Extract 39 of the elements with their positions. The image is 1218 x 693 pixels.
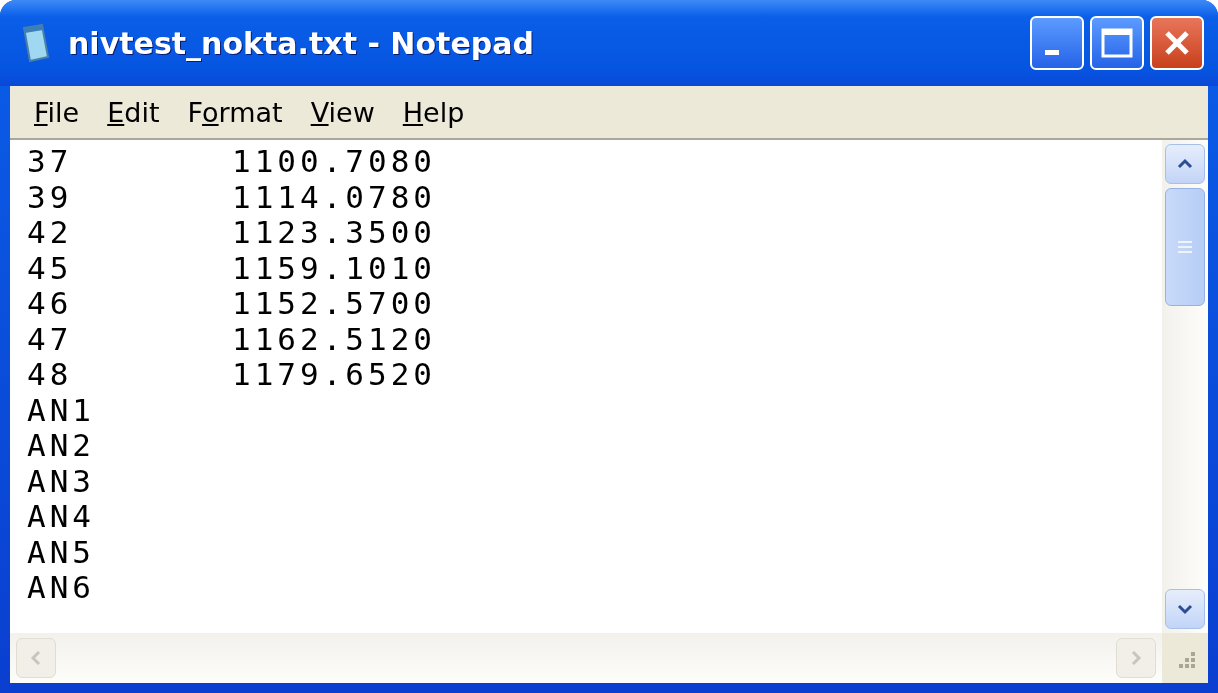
text-line: 1123.3500 [232, 215, 436, 251]
scroll-up-button[interactable] [1165, 144, 1205, 184]
menu-item[interactable]: Help [392, 94, 475, 130]
text-line: 37 [27, 143, 73, 179]
scroll-down-button[interactable] [1165, 589, 1205, 629]
maximize-button[interactable] [1090, 16, 1144, 70]
text-line: 48 [27, 356, 73, 392]
minimize-button[interactable] [1030, 16, 1084, 70]
text-line: 1162.5120 [232, 321, 436, 357]
window-title: nivtest_nokta.txt - Notepad [68, 25, 535, 61]
text-line: 1100.7080 [232, 144, 436, 180]
scroll-left-button[interactable] [16, 638, 56, 678]
menu-item[interactable]: View [300, 94, 385, 130]
text-area[interactable]: 37 1100.7080 39 1114.0780 42 1123.3500 45 1159.1010 46 1152.5700 47 1162.5120 48 1179.6520 AN1 AN2 AN3 AN4 AN5 AN6 [10, 138, 1208, 633]
menu-item[interactable]: Format [177, 94, 293, 130]
text-line: AN4 [27, 498, 95, 534]
text-line: 45 [27, 249, 73, 286]
text-line: 47 [27, 320, 73, 357]
text-line: AN5 [27, 533, 95, 570]
text-line: 39 [27, 178, 73, 215]
minimize-icon [1045, 49, 1059, 55]
scroll-thumb[interactable] [1165, 188, 1205, 306]
text-line: AN6 [27, 569, 95, 605]
text-line: AN2 [27, 427, 95, 463]
scroll-right-button[interactable] [1116, 638, 1156, 678]
text-line: 1114.0780 [232, 179, 436, 215]
text-line: 1152.5700 [232, 286, 436, 322]
close-button[interactable] [1150, 16, 1204, 70]
text-line: 42 [27, 214, 73, 250]
text-line: AN1 [27, 391, 95, 428]
notepad-icon [22, 24, 50, 62]
maximize-icon [1101, 28, 1133, 58]
text-line: AN3 [27, 462, 95, 499]
menu-item[interactable]: Edit [97, 94, 170, 130]
text-line: 1159.1010 [232, 250, 436, 286]
menu-item[interactable]: File [24, 94, 90, 130]
vertical-scrollbar[interactable] [1162, 140, 1208, 633]
text-line: 1179.6520 [232, 357, 436, 393]
text-line: 46 [27, 285, 73, 321]
